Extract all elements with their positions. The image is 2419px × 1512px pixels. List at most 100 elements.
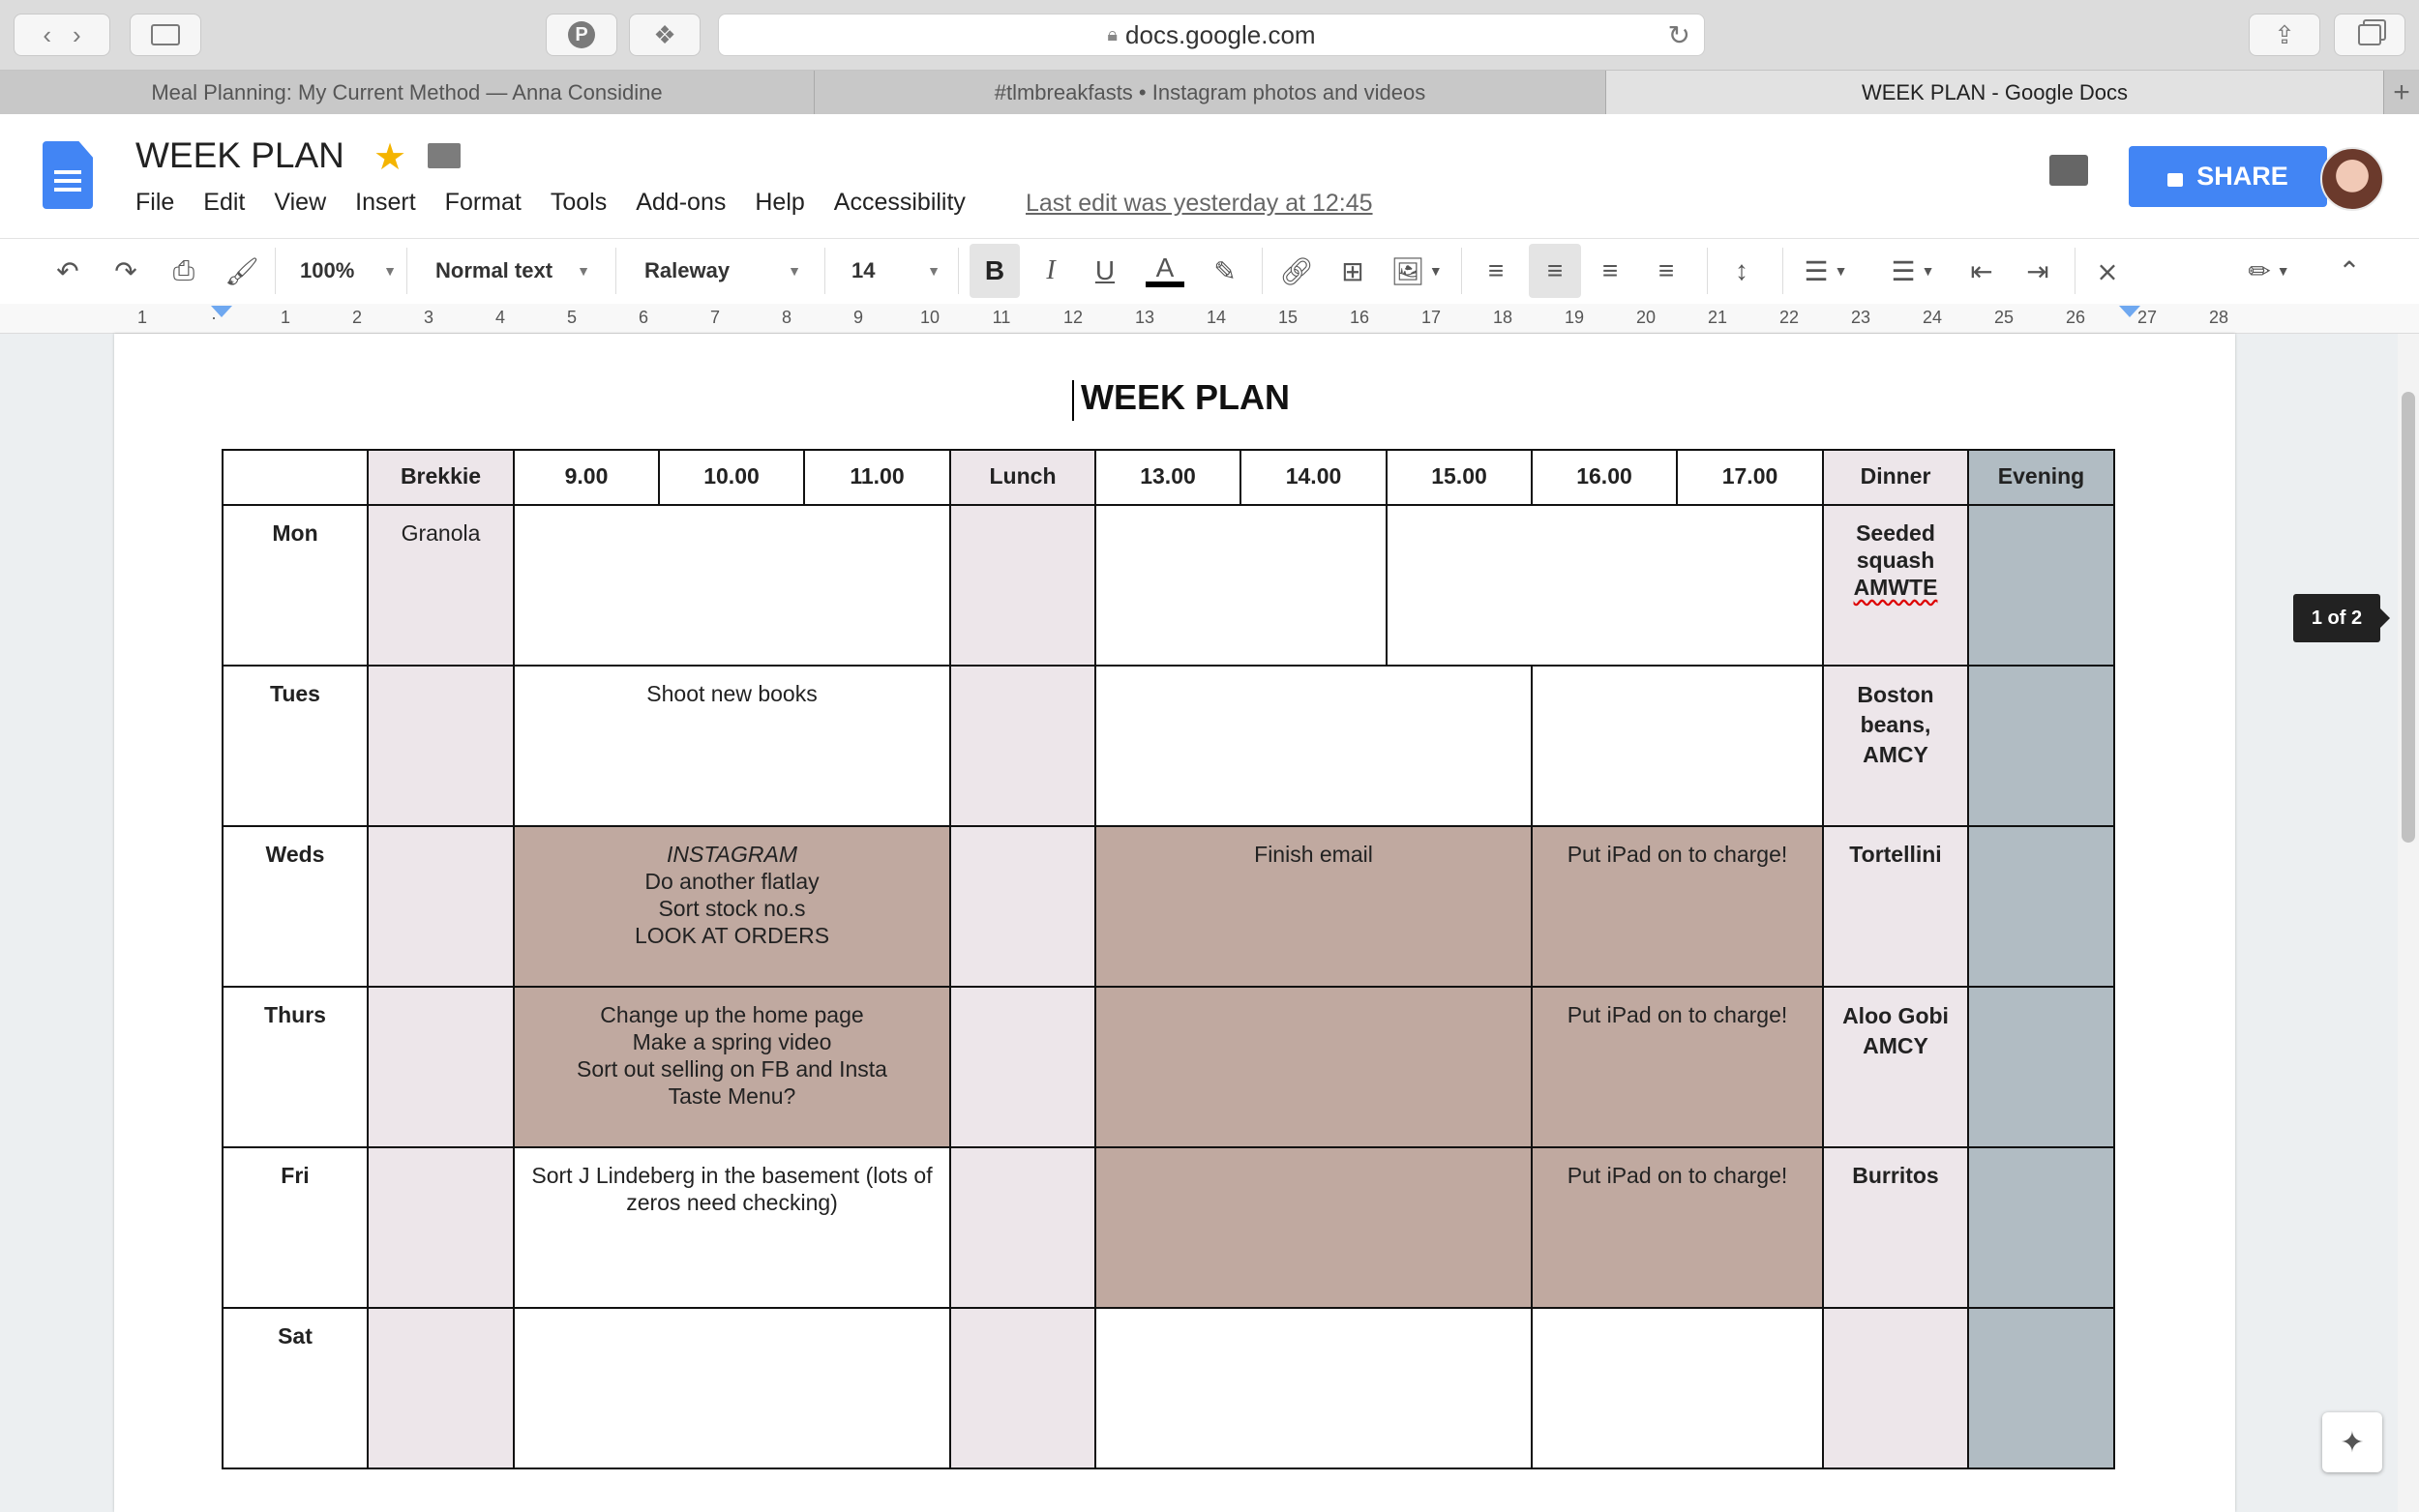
- align-left-icon[interactable]: ≡: [1473, 238, 1519, 304]
- lunch-cell[interactable]: [949, 665, 1096, 827]
- afternoon-cell[interactable]: [1094, 986, 1533, 1148]
- share-sheet-button[interactable]: ⇪: [2249, 14, 2320, 56]
- late-afternoon-cell[interactable]: [1386, 504, 1824, 667]
- explore-button[interactable]: ✦: [2322, 1412, 2382, 1472]
- bold-icon[interactable]: B: [970, 244, 1020, 298]
- tab-instagram[interactable]: #tlmbreakfasts • Instagram photos and vi…: [815, 71, 1606, 114]
- clear-formatting-icon[interactable]: ⨯: [2086, 238, 2129, 304]
- dinner-cell[interactable]: Boston beans, AMCY: [1822, 665, 1969, 827]
- avatar[interactable]: [2320, 147, 2384, 211]
- back-forward-buttons[interactable]: ‹ ›: [14, 14, 110, 56]
- paint-format-icon[interactable]: 🖌︎: [221, 238, 263, 304]
- justify-icon[interactable]: ≡: [1643, 238, 1689, 304]
- late-afternoon-cell[interactable]: Put iPad on to charge!: [1531, 1146, 1824, 1309]
- evening-cell[interactable]: [1967, 825, 2115, 988]
- forward-icon[interactable]: ›: [73, 20, 81, 50]
- line-spacing-icon[interactable]: ↕: [1718, 238, 1765, 304]
- back-icon[interactable]: ‹: [43, 20, 51, 50]
- morning-cell[interactable]: Sort J Lindeberg in the basement (lots o…: [513, 1146, 951, 1309]
- evening-cell[interactable]: [1967, 1146, 2115, 1309]
- align-center-icon[interactable]: ≡: [1529, 244, 1581, 298]
- menu-tools[interactable]: Tools: [551, 189, 607, 217]
- lunch-cell[interactable]: [949, 825, 1096, 988]
- brekkie-cell[interactable]: [367, 986, 515, 1148]
- text-color-icon[interactable]: A: [1142, 238, 1188, 304]
- menu-accessibility[interactable]: Accessibility: [834, 189, 966, 217]
- afternoon-cell[interactable]: [1094, 504, 1388, 667]
- lunch-cell[interactable]: [949, 986, 1096, 1148]
- menu-edit[interactable]: Edit: [203, 189, 245, 217]
- evening-cell[interactable]: [1967, 665, 2115, 827]
- star-icon[interactable]: ★: [373, 135, 406, 179]
- day-cell[interactable]: Thurs: [222, 986, 369, 1148]
- lunch-cell[interactable]: [949, 504, 1096, 667]
- undo-icon[interactable]: ↶: [46, 238, 89, 304]
- tab-week-plan[interactable]: WEEK PLAN - Google Docs: [1606, 71, 2384, 114]
- insert-image-icon[interactable]: 🖼︎ ▼: [1389, 238, 1444, 304]
- header-cell[interactable]: 9.00: [513, 449, 660, 506]
- menu-addons[interactable]: Add-ons: [636, 189, 726, 217]
- folder-icon[interactable]: [428, 143, 461, 168]
- paragraph-style-select[interactable]: Normal text ▼: [435, 238, 590, 304]
- header-cell[interactable]: 16.00: [1531, 449, 1678, 506]
- redo-icon[interactable]: ↷: [105, 238, 147, 304]
- extension-button[interactable]: ❖: [629, 14, 701, 56]
- sidebar-button[interactable]: [130, 14, 201, 56]
- day-cell[interactable]: Fri: [222, 1146, 369, 1309]
- evening-cell[interactable]: [1967, 1307, 2115, 1469]
- header-cell[interactable]: 15.00: [1386, 449, 1533, 506]
- font-size-select[interactable]: 14 ▼: [851, 238, 941, 304]
- bulleted-list-icon[interactable]: ☰ ▼: [1879, 238, 1947, 304]
- morning-cell[interactable]: [513, 1307, 951, 1469]
- docs-logo-icon[interactable]: [43, 141, 93, 209]
- link-icon[interactable]: 🔗︎: [1275, 238, 1318, 304]
- header-cell[interactable]: Lunch: [949, 449, 1096, 506]
- brekkie-cell[interactable]: [367, 825, 515, 988]
- ruler[interactable]: 1 · 1 2 3 4 5 6 7 8 9 10 11 12 13 14 15 …: [0, 304, 2419, 334]
- comments-icon[interactable]: [2049, 155, 2088, 186]
- align-right-icon[interactable]: ≡: [1587, 238, 1633, 304]
- dinner-cell[interactable]: Aloo Gobi AMCY: [1822, 986, 1969, 1148]
- late-afternoon-cell[interactable]: [1531, 1307, 1824, 1469]
- morning-cell[interactable]: Change up the home page Make a spring vi…: [513, 986, 951, 1148]
- last-edit-link[interactable]: Last edit was yesterday at 12:45: [1026, 190, 1373, 218]
- header-cell[interactable]: [222, 449, 369, 506]
- evening-cell[interactable]: [1967, 986, 2115, 1148]
- scrollbar-thumb[interactable]: [2402, 392, 2415, 843]
- menu-view[interactable]: View: [274, 189, 326, 217]
- afternoon-cell[interactable]: Finish email: [1094, 825, 1533, 988]
- menu-format[interactable]: Format: [445, 189, 522, 217]
- afternoon-cell[interactable]: [1094, 1307, 1533, 1469]
- brekkie-cell[interactable]: [367, 665, 515, 827]
- menu-help[interactable]: Help: [755, 189, 804, 217]
- header-cell[interactable]: Evening: [1967, 449, 2115, 506]
- tab-meal-planning[interactable]: Meal Planning: My Current Method — Anna …: [0, 71, 815, 114]
- print-icon[interactable]: ⎙: [163, 238, 205, 304]
- week-plan-table[interactable]: Brekkie 9.00 10.00 11.00 Lunch 13.00 14.…: [222, 449, 2115, 1469]
- afternoon-cell[interactable]: [1094, 1146, 1533, 1309]
- increase-indent-icon[interactable]: ⇥: [2016, 238, 2059, 304]
- header-cell[interactable]: Brekkie: [367, 449, 515, 506]
- late-afternoon-cell[interactable]: [1531, 665, 1824, 827]
- italic-icon[interactable]: I: [1030, 238, 1072, 304]
- morning-cell[interactable]: INSTAGRAM Do another flatlay Sort stock …: [513, 825, 951, 988]
- highlight-icon[interactable]: ✎: [1204, 238, 1246, 304]
- header-cell[interactable]: Dinner: [1822, 449, 1969, 506]
- dinner-cell[interactable]: Seeded squash AMWTE: [1822, 504, 1969, 667]
- evening-cell[interactable]: [1967, 504, 2115, 667]
- day-cell[interactable]: Weds: [222, 825, 369, 988]
- header-cell[interactable]: 13.00: [1094, 449, 1241, 506]
- brekkie-cell[interactable]: [367, 1307, 515, 1469]
- afternoon-cell[interactable]: [1094, 665, 1533, 827]
- day-cell[interactable]: Sat: [222, 1307, 369, 1469]
- morning-cell[interactable]: [513, 504, 951, 667]
- late-afternoon-cell[interactable]: Put iPad on to charge!: [1531, 986, 1824, 1148]
- new-tab-button[interactable]: +: [2384, 71, 2419, 114]
- header-cell[interactable]: 17.00: [1676, 449, 1824, 506]
- late-afternoon-cell[interactable]: Put iPad on to charge!: [1531, 825, 1824, 988]
- decrease-indent-icon[interactable]: ⇤: [1960, 238, 2003, 304]
- zoom-select[interactable]: 100% ▼: [300, 238, 397, 304]
- lunch-cell[interactable]: [949, 1307, 1096, 1469]
- document-title[interactable]: WEEK PLAN: [135, 135, 344, 176]
- header-cell[interactable]: 10.00: [658, 449, 805, 506]
